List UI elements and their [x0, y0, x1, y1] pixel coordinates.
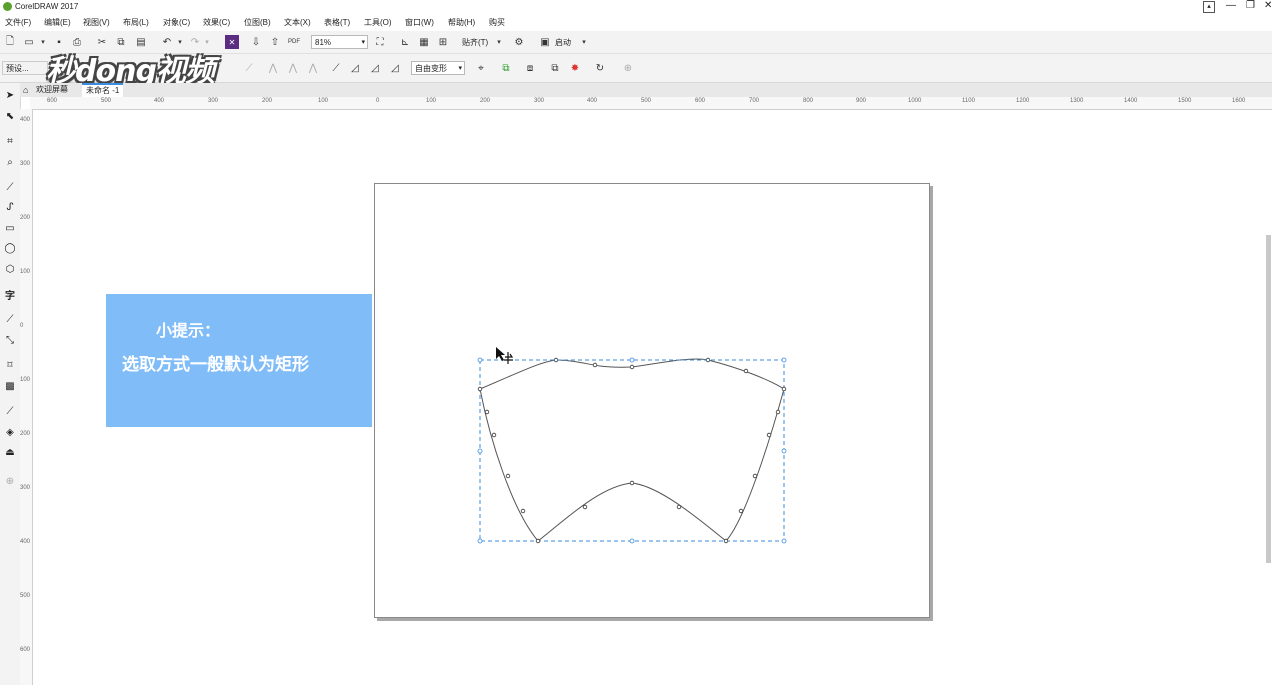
tip-body: 选取方式一般默认为矩形: [122, 355, 309, 375]
edited-curve-shape[interactable]: [479, 358, 785, 542]
mouse-cursor-icon: [496, 347, 514, 364]
selection-handles[interactable]: [477, 357, 787, 544]
selection-bounding-box: [479, 359, 785, 542]
tip-box: 小提示： 选取方式一般默认为矩形: [106, 294, 372, 427]
curve-nodes[interactable]: [477, 357, 787, 544]
vertical-scrollbar[interactable]: [1266, 235, 1271, 563]
tip-title: 小提示：: [156, 321, 221, 340]
